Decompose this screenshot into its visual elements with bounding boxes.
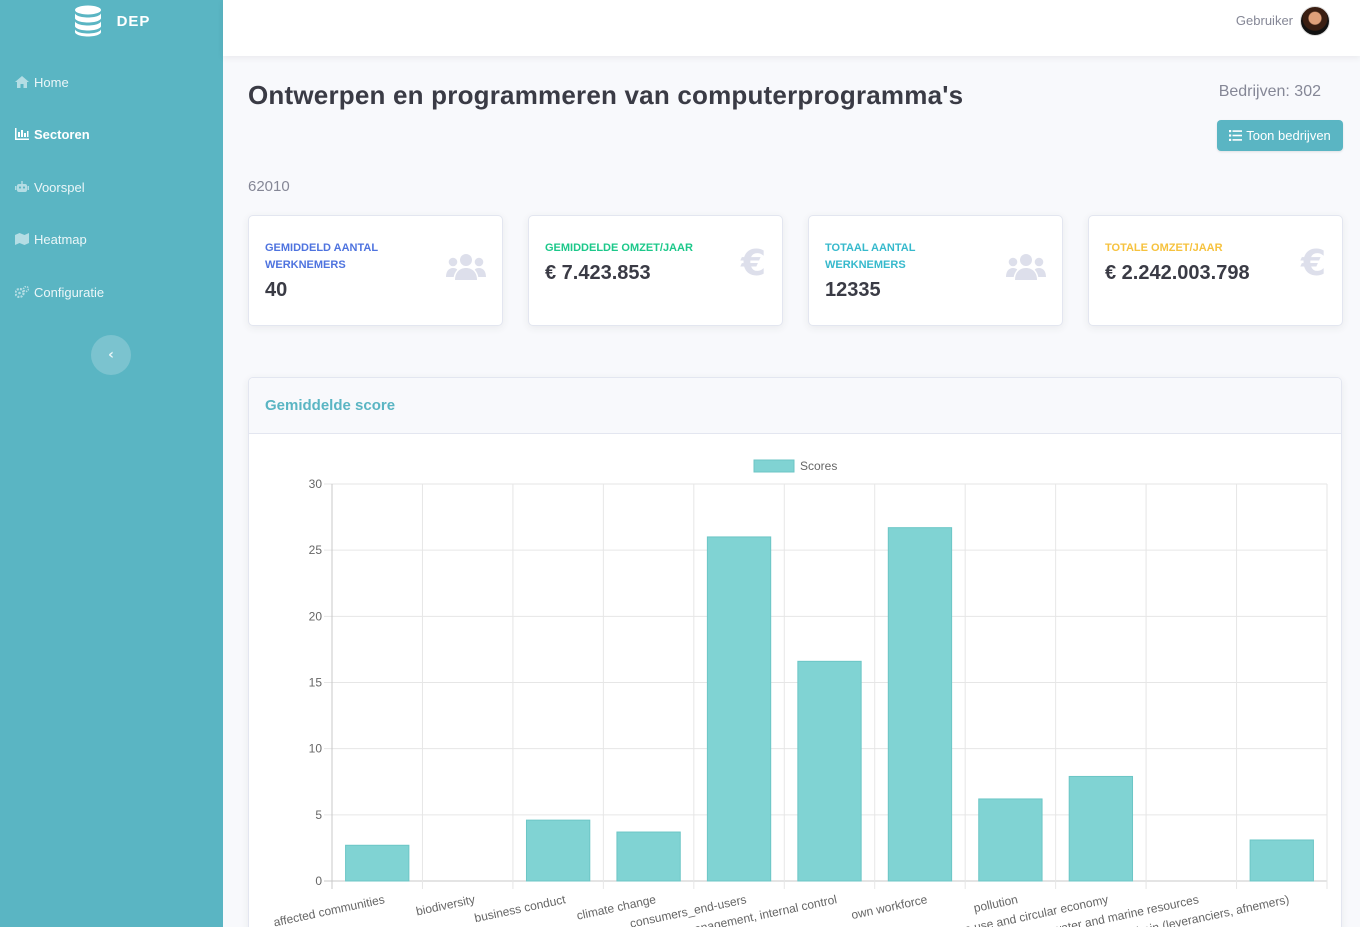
show-companies-button[interactable]: Toon bedrijven — [1217, 120, 1343, 151]
legend-swatch — [753, 459, 795, 473]
sidebar-item-configuratie[interactable]: Configuratie — [15, 280, 104, 304]
legend-label: Scores — [800, 459, 837, 473]
euro-icon: € — [740, 243, 766, 284]
sidebar-item-label: Configuratie — [34, 284, 105, 300]
robot-icon — [15, 181, 29, 192]
sidebar-toggle-button[interactable]: ‹ — [91, 335, 131, 375]
page-title: Ontwerpen en programmeren van computerpr… — [248, 80, 964, 110]
score-chart-panel: Gemiddelde score 0 5 10 15 20 25 30 affected co… — [248, 377, 1342, 927]
stat-card-avg-revenue: Gemiddelde omzet/jaar € 7.423.853 € — [528, 215, 783, 326]
chart-bar — [616, 831, 681, 882]
chart-bar — [345, 844, 410, 882]
chart-bar — [887, 527, 953, 882]
stat-value: € 7.423.853 — [545, 262, 651, 284]
users-icon — [446, 254, 486, 280]
sidebar-item-label: Sectoren — [34, 126, 90, 142]
sidebar: DEP Home Sectoren Voorspel Heatmap Confi… — [0, 0, 223, 927]
companies-count: Bedrijven: 302 — [1218, 83, 1321, 100]
y-tick-label: 0 — [315, 874, 322, 888]
x-tick-label: own workforce — [850, 892, 929, 922]
user-avatar[interactable] — [1300, 6, 1330, 36]
stat-card-total-revenue: Totale omzet/jaar € 2.242.003.798 € — [1088, 215, 1343, 326]
database-icon — [74, 5, 101, 37]
list-icon — [1229, 130, 1243, 141]
stat-card-total-employees: Totaal aantal werknemers 12335 — [808, 215, 1063, 326]
chart-bar — [797, 660, 862, 882]
bar-chart-icon — [15, 128, 29, 140]
stat-label: Gemiddelde omzet/jaar — [545, 242, 693, 254]
sidebar-item-home[interactable]: Home — [15, 70, 69, 94]
x-tick-label: business conduct — [473, 892, 567, 925]
sidebar-item-heatmap[interactable]: Heatmap — [15, 227, 87, 251]
y-tick-label: 20 — [309, 609, 323, 623]
sidebar-item-sectoren[interactable]: Sectoren — [15, 122, 90, 146]
sidebar-item-label: Voorspel — [34, 179, 85, 195]
cogs-icon — [15, 286, 29, 298]
euro-icon: € — [1300, 243, 1326, 284]
users-icon — [1006, 254, 1046, 280]
panel-title: Gemiddelde score — [265, 397, 396, 414]
chart-bar — [978, 798, 1043, 882]
map-icon — [15, 233, 29, 245]
sidebar-item-voorspel[interactable]: Voorspel — [15, 175, 85, 199]
show-companies-label: Toon bedrijven — [1246, 128, 1331, 143]
stat-label: Totaal aantal werknemers — [825, 242, 916, 271]
brand[interactable]: DEP — [0, 0, 223, 42]
sector-code: 62010 — [248, 178, 290, 195]
stat-value: 40 — [265, 279, 288, 301]
topbar: Gebruiker — [223, 0, 1360, 56]
stat-label: Totale omzet/jaar — [1105, 242, 1223, 254]
chart-bar — [525, 819, 591, 882]
x-tick-label: affected communities — [272, 892, 386, 927]
x-tick-label: biodiversity — [415, 892, 477, 918]
chart-bar — [1068, 775, 1134, 882]
stat-label: Gemiddeld aantal werknemers — [265, 242, 378, 271]
stat-value: € 2.242.003.798 — [1105, 262, 1250, 284]
y-tick-label: 15 — [309, 676, 323, 690]
chart-bar — [1249, 839, 1314, 882]
score-bar-chart: 0 5 10 15 20 25 30 affected communities biodiver… — [272, 459, 1328, 927]
brand-name: DEP — [116, 12, 151, 30]
sidebar-item-label: Home — [34, 74, 69, 90]
y-tick-label: 10 — [309, 742, 323, 756]
chevron-left-icon: ‹ — [108, 347, 114, 363]
home-icon — [15, 76, 29, 88]
y-tick-label: 30 — [309, 477, 323, 491]
user-name[interactable]: Gebruiker — [1236, 13, 1293, 28]
sidebar-item-label: Heatmap — [34, 231, 87, 247]
chart-bar — [706, 536, 772, 882]
panel-header: Gemiddelde score — [249, 378, 1341, 434]
y-tick-label: 5 — [315, 808, 322, 822]
y-tick-label: 25 — [309, 543, 323, 557]
stat-value: 12335 — [825, 279, 881, 301]
stat-card-avg-employees: Gemiddeld aantal werknemers 40 — [248, 215, 503, 326]
